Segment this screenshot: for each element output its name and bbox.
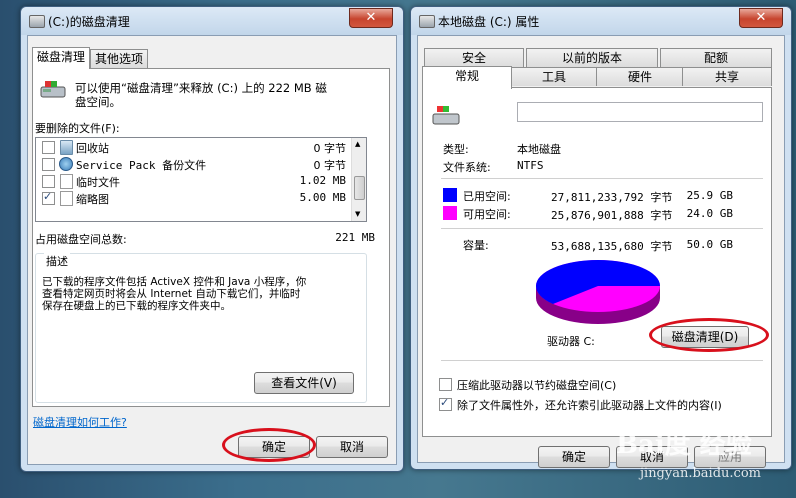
recycle-bin-icon [60,140,73,155]
tab-previous-versions[interactable]: 以前的版本 [526,48,658,67]
drive-icon [29,15,45,28]
used-space-label: 已用空间: [463,190,511,203]
cancel-button[interactable]: 取消 [316,436,388,458]
index-checkbox[interactable] [439,396,452,411]
file-name: 回收站 [76,142,109,155]
capacity-gb: 50.0 GB [686,238,733,251]
filesystem-value: NTFS [517,159,544,172]
list-item[interactable]: 缩略图 5.00 MB [36,190,352,207]
list-item[interactable]: 回收站 0 字节 [36,140,352,156]
tab-disk-cleanup[interactable]: 磁盘清理 [32,47,90,69]
description-line-3: 保存在硬盘上的已下载的程序文件夹中。 [42,300,231,312]
view-files-button[interactable]: 查看文件(V) [254,372,354,394]
divider [441,228,763,229]
file-checkbox[interactable] [42,158,55,171]
tab-general[interactable]: 常规 [422,66,512,89]
intro-line-2: 盘空间。 [75,95,121,109]
capacity-label: 容量: [463,239,489,252]
file-size: 0 字节 [313,159,347,172]
list-item[interactable]: 临时文件 1.02 MB [36,174,352,190]
drive-name-input[interactable] [517,102,763,122]
close-button[interactable]: ✕ [739,8,783,28]
file-name: 临时文件 [76,176,120,189]
list-item[interactable]: Service Pack 备份文件 0 字节 [36,157,352,173]
window-title: 本地磁盘 (C:) 属性 [438,15,540,29]
ok-highlight-ring [222,428,316,462]
dialog-body: 磁盘清理 其他选项 可以使用“磁盘清理”来释放 (C:) 上的 222 MB 磁… [27,35,397,465]
backup-icon [59,157,73,171]
ok-button[interactable]: 确定 [538,446,610,468]
close-button[interactable]: ✕ [349,8,393,28]
file-icon [60,191,73,206]
tab-hardware[interactable]: 硬件 [596,67,684,86]
file-icon [60,174,73,189]
used-space-gb: 25.9 GB [686,189,733,202]
free-space-swatch [443,206,457,220]
file-name: 缩略图 [76,193,109,206]
used-space-swatch [443,188,457,202]
drive-label: 驱动器 C: [547,335,595,348]
dialog-body: 安全 以前的版本 配额 常规 工具 硬件 共享 类型: 本地磁盘 文件系统: N… [417,35,785,468]
free-space-label: 可用空间: [463,208,511,221]
file-size: 1.02 MB [299,174,346,187]
free-space-gb: 24.0 GB [686,207,733,220]
tab-security[interactable]: 安全 [424,48,524,67]
files-to-delete-label: 要删除的文件(F): [35,122,120,135]
file-checkbox[interactable] [42,141,55,154]
cleanup-icon [39,79,69,101]
tab-panel: 类型: 本地磁盘 文件系统: NTFS 已用空间: 27,811,233,792… [422,87,772,437]
type-value: 本地磁盘 [517,143,561,156]
file-checkbox[interactable] [42,190,55,205]
description-group: 描述 已下载的程序文件包括 ActiveX 控件和 Java 小程序，你 查看特… [35,253,367,403]
type-label: 类型: [443,143,469,156]
tab-tools[interactable]: 工具 [510,67,598,86]
baidu-watermark-url: jingyan.baidu.com [640,466,761,481]
title-bar[interactable]: (C:)的磁盘清理 ✕ [21,7,403,35]
baidu-watermark: Bai度 经验 [616,430,752,460]
compress-checkbox[interactable] [439,378,452,391]
compress-label[interactable]: 压缩此驱动器以节约磁盘空间(C) [457,377,616,393]
file-list[interactable]: 回收站 0 字节 Service Pack 备份文件 0 字节 临时文件 1.0… [35,137,367,222]
drive-icon [419,15,435,28]
file-checkbox[interactable] [42,175,55,188]
how-it-works-link[interactable]: 磁盘清理如何工作? [33,414,127,430]
index-label[interactable]: 除了文件属性外，还允许索引此驱动器上文件的内容(I) [457,397,722,413]
tab-sharing[interactable]: 共享 [682,67,772,86]
list-scrollbar[interactable]: ▲ ▼ [351,138,366,221]
file-size: 5.00 MB [299,191,346,204]
title-bar[interactable]: 本地磁盘 (C:) 属性 ✕ [411,7,791,35]
total-space-label: 占用磁盘空间总数: [35,233,127,246]
free-space-bytes: 25,876,901,888 字节 [551,209,673,222]
file-size: 0 字节 [313,142,347,155]
divider [441,360,763,361]
scroll-down-arrow-icon[interactable]: ▼ [355,210,360,218]
scroll-up-arrow-icon[interactable]: ▲ [355,140,360,148]
scroll-thumb[interactable] [354,176,365,200]
filesystem-label: 文件系统: [443,161,491,174]
drive-properties-window: 本地磁盘 (C:) 属性 ✕ 安全 以前的版本 配额 常规 工具 硬件 共享 类… [410,6,792,470]
description-label: 描述 [44,253,70,269]
capacity-bytes: 53,688,135,680 字节 [551,240,673,253]
tab-panel: 可以使用“磁盘清理”来释放 (C:) 上的 222 MB 磁 盘空间。 要删除的… [32,68,390,429]
drive-icon [431,104,461,128]
cleanup-highlight-ring [649,318,769,352]
used-space-bytes: 27,811,233,792 字节 [551,191,673,204]
tab-quota[interactable]: 配额 [660,48,772,67]
window-title: (C:)的磁盘清理 [48,15,130,29]
total-space-value: 221 MB [335,231,375,244]
disk-cleanup-window: (C:)的磁盘清理 ✕ 磁盘清理 其他选项 可以使用“磁盘清理”来释放 (C:)… [20,6,404,472]
disk-usage-pie-chart [535,260,660,324]
divider [441,178,763,179]
tab-more-options[interactable]: 其他选项 [90,49,148,68]
file-name: Service Pack 备份文件 [76,159,207,172]
